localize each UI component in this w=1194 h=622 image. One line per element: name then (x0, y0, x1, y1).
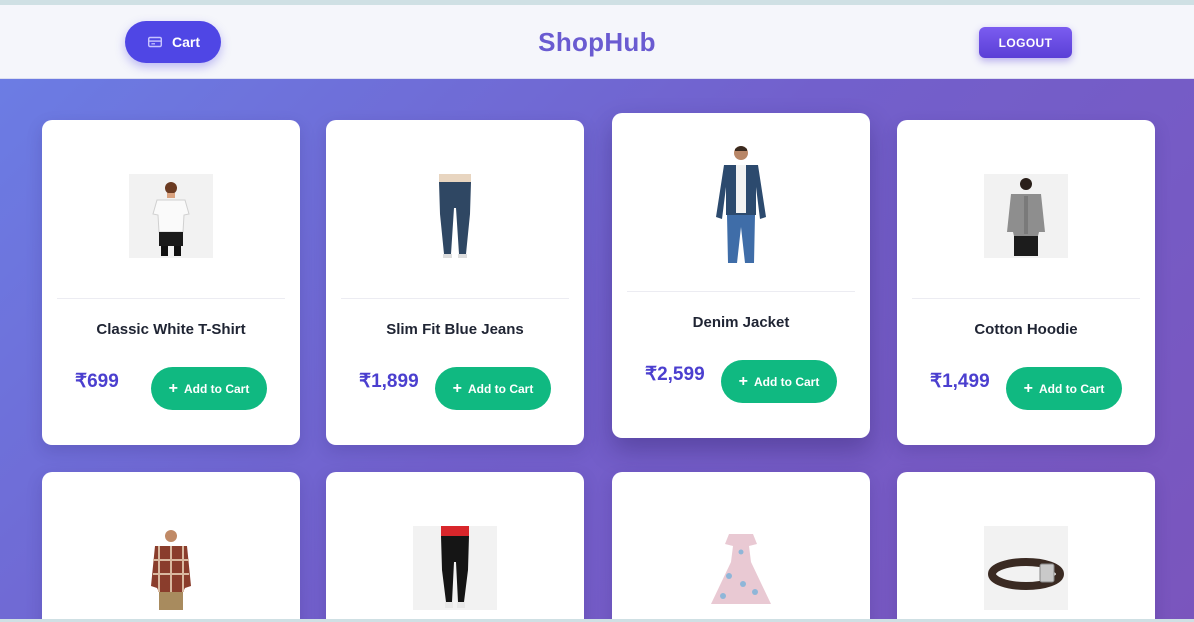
card-divider (341, 298, 569, 299)
plus-icon: + (1023, 379, 1033, 397)
product-price: ₹2,599 (645, 364, 705, 385)
product-card: Cotton Hoodie ₹1,499 + Add to Cart (897, 120, 1155, 445)
plus-icon: + (452, 379, 462, 397)
product-card: Classic White T-Shirt ₹699 + Add to Cart (42, 120, 300, 445)
plus-icon: + (168, 379, 178, 397)
add-to-cart-label: Add to Cart (184, 381, 250, 396)
add-to-cart-button[interactable]: + Add to Cart (151, 367, 267, 410)
add-to-cart-button[interactable]: + Add to Cart (721, 360, 837, 403)
add-to-cart-button[interactable]: + Add to Cart (435, 367, 551, 410)
logout-button[interactable]: LOGOUT (979, 27, 1072, 58)
leather-belt-image[interactable] (984, 526, 1068, 610)
add-to-cart-label: Add to Cart (1039, 381, 1105, 396)
card-divider (627, 291, 855, 292)
product-name: Denim Jacket (692, 314, 790, 331)
denim-jacket-image[interactable] (704, 143, 778, 267)
product-card (612, 472, 870, 622)
product-card (897, 472, 1155, 622)
product-name: Slim Fit Blue Jeans (386, 321, 524, 338)
grey-hoodie-image[interactable] (984, 174, 1068, 258)
card-divider (57, 298, 285, 299)
add-to-cart-label: Add to Cart (754, 374, 820, 389)
card-divider (912, 298, 1140, 299)
floral-dress-image[interactable] (699, 526, 783, 610)
white-tshirt-image[interactable] (129, 174, 213, 258)
plaid-shirt-image[interactable] (129, 526, 213, 610)
top-navbar: Cart ShopHub LOGOUT (0, 5, 1194, 79)
product-card-hovered: Denim Jacket ₹2,599 + Add to Cart (612, 113, 870, 438)
product-card (326, 472, 584, 622)
add-to-cart-label: Add to Cart (468, 381, 534, 396)
product-card: Slim Fit Blue Jeans ₹1,899 + Add to Cart (326, 120, 584, 445)
blue-jeans-image[interactable] (413, 174, 497, 258)
product-name: Classic White T-Shirt (96, 321, 246, 338)
product-price: ₹699 (75, 371, 119, 392)
product-price: ₹1,899 (359, 371, 419, 392)
add-to-cart-button[interactable]: + Add to Cart (1006, 367, 1122, 410)
track-pants-image[interactable] (413, 526, 497, 610)
plus-icon: + (738, 372, 748, 390)
product-card (42, 472, 300, 622)
product-name: Cotton Hoodie (974, 321, 1078, 338)
product-price: ₹1,499 (930, 371, 990, 392)
